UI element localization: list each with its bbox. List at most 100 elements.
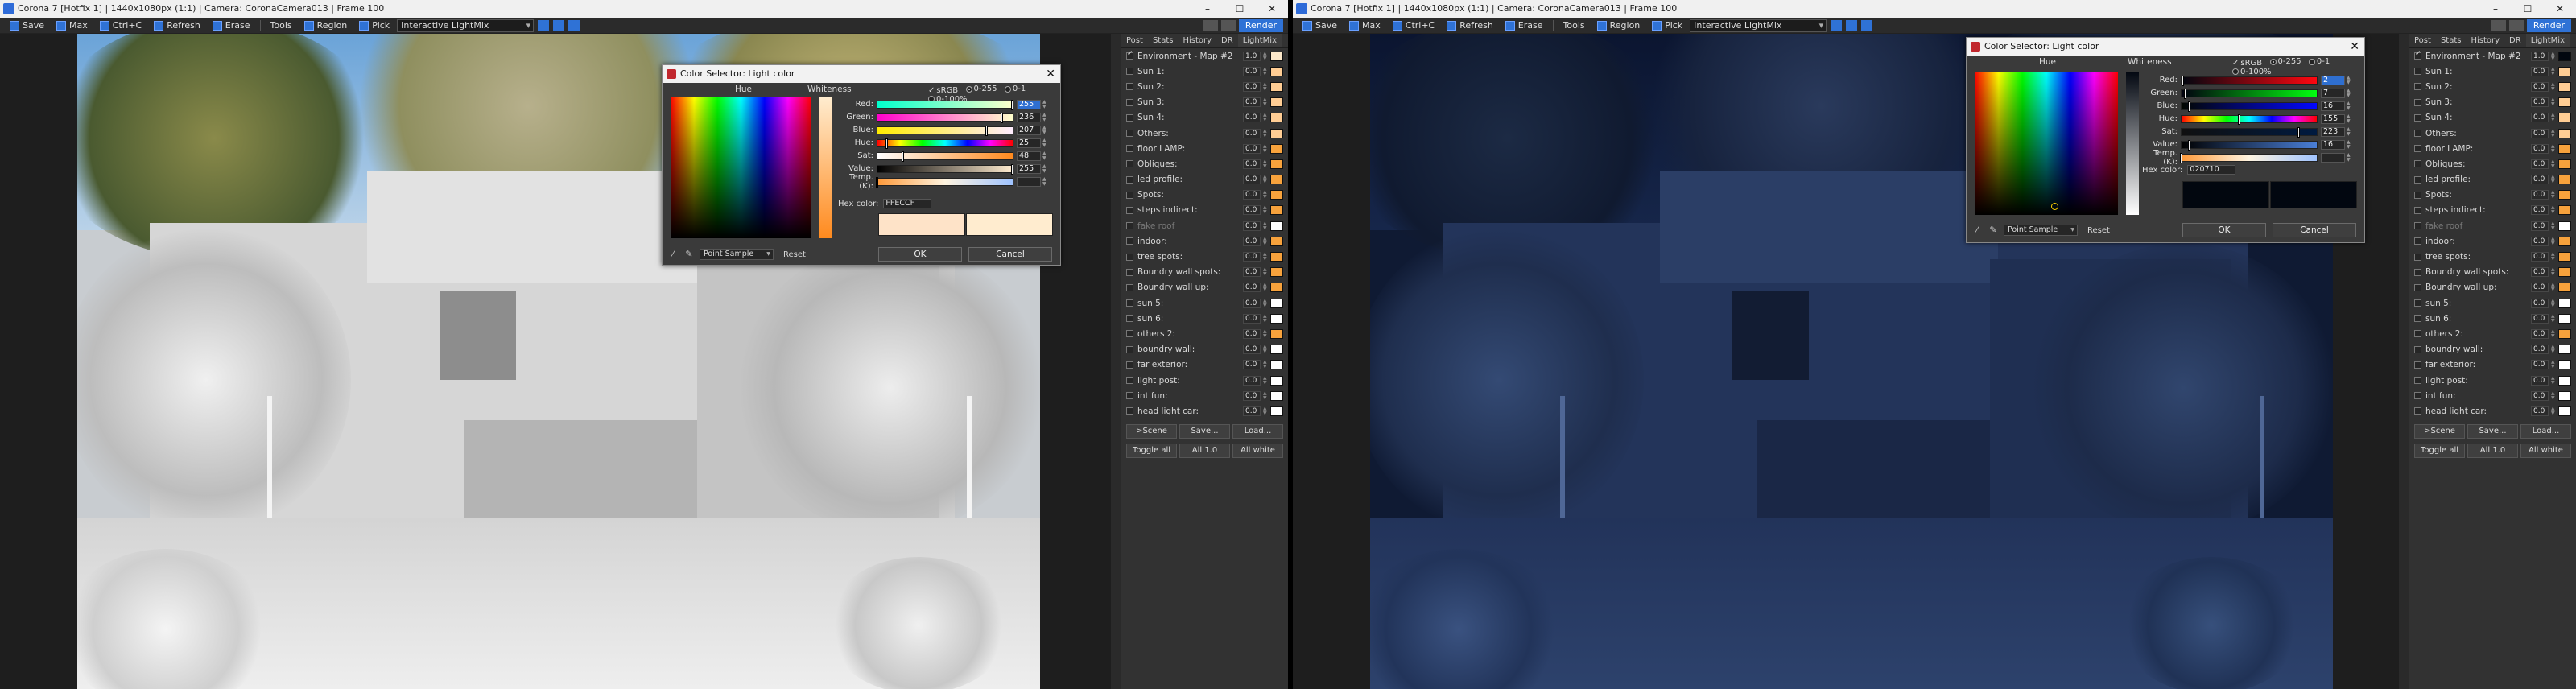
lightmix-intensity-input[interactable]: 0.0: [2531, 344, 2549, 355]
channel-slider[interactable]: [877, 138, 1013, 149]
slider-thumb[interactable]: [2184, 88, 2187, 99]
render-element-select[interactable]: Interactive LightMix: [397, 19, 535, 32]
lightmix-intensity-input[interactable]: 0.0: [1243, 298, 1261, 308]
channel-value-input[interactable]: 155: [2321, 113, 2345, 124]
spinner-icon[interactable]: ▲ ▼: [1263, 344, 1267, 354]
lightmix-intensity-input[interactable]: 0.0: [1243, 344, 1261, 355]
lightmix-intensity-input[interactable]: 0.0: [2531, 298, 2549, 308]
spinner-icon[interactable]: ▲ ▼: [2551, 205, 2555, 215]
spinner-icon[interactable]: ▲ ▼: [1263, 283, 1267, 292]
spinner-icon[interactable]: ▲ ▼: [1263, 128, 1267, 138]
viewport-scrollbar[interactable]: [1111, 34, 1121, 689]
lightmix-intensity-input[interactable]: 0.0: [1243, 66, 1261, 76]
lightmix-color-swatch[interactable]: [2558, 344, 2571, 355]
lightmix-enable-checkbox[interactable]: [2414, 330, 2421, 338]
lightmix-intensity-input[interactable]: 0.0: [1243, 190, 1261, 200]
copy-button[interactable]: Ctrl+C: [1388, 19, 1439, 32]
slider-thumb[interactable]: [985, 125, 989, 136]
lightmix-color-swatch[interactable]: [2558, 51, 2571, 61]
lightmix-color-swatch[interactable]: [2558, 113, 2571, 123]
spinner-icon[interactable]: ▲ ▼: [2551, 283, 2555, 292]
scene-button[interactable]: >Scene: [2414, 423, 2465, 439]
slider-thumb[interactable]: [2297, 126, 2301, 138]
lightmix-color-swatch[interactable]: [1270, 205, 1283, 216]
zoom-in-icon[interactable]: [1831, 19, 1843, 31]
close-icon[interactable]: ✕: [1046, 65, 1055, 83]
lightmix-enable-checkbox[interactable]: [2414, 392, 2421, 400]
lightmix-color-swatch[interactable]: [1270, 298, 1283, 308]
minimize-icon[interactable]: –: [1191, 0, 1224, 18]
channel-value-input[interactable]: 207: [1017, 125, 1041, 135]
color-picker-icon[interactable]: ✎: [683, 249, 695, 260]
slider-thumb[interactable]: [1011, 99, 1013, 110]
lightmix-intensity-input[interactable]: 0.0: [1243, 267, 1261, 278]
lightmix-intensity-input[interactable]: 0.0: [1243, 81, 1261, 92]
copy-button[interactable]: Ctrl+C: [95, 19, 147, 32]
whiteness-bar[interactable]: [2126, 72, 2139, 215]
lightmix-intensity-input[interactable]: 0.0: [2531, 66, 2549, 76]
lightmix-color-swatch[interactable]: [2558, 236, 2571, 246]
channel-value-input[interactable]: 255: [1017, 163, 1041, 174]
pause-icon[interactable]: [1220, 19, 1236, 31]
lightmix-color-swatch[interactable]: [1270, 81, 1283, 92]
tab-post[interactable]: Post: [1121, 34, 1148, 47]
pick-button[interactable]: Pick: [1647, 19, 1687, 32]
tab-stats[interactable]: Stats: [2436, 34, 2467, 47]
slider-thumb[interactable]: [901, 151, 904, 162]
lightmix-enable-checkbox[interactable]: [1126, 50, 1133, 60]
spinner-icon[interactable]: ▲ ▼: [2551, 175, 2555, 184]
lightmix-color-swatch[interactable]: [1270, 221, 1283, 231]
channel-slider[interactable]: [877, 163, 1013, 175]
spinner-icon[interactable]: ▲ ▼: [1263, 406, 1267, 416]
close-icon[interactable]: ✕: [2350, 38, 2359, 56]
channel-slider[interactable]: [877, 112, 1013, 123]
lightmix-intensity-input[interactable]: 0.0: [2531, 190, 2549, 200]
spinner-icon[interactable]: ▲ ▼: [2551, 328, 2555, 339]
lightmix-enable-checkbox[interactable]: [2414, 237, 2421, 245]
channel-slider[interactable]: [2181, 75, 2318, 86]
spinner-icon[interactable]: ▲ ▼: [2551, 298, 2555, 308]
lightmix-intensity-input[interactable]: 0.0: [1243, 328, 1261, 339]
lightmix-enable-checkbox[interactable]: [1126, 361, 1133, 369]
spinner-icon[interactable]: ▲ ▼: [2551, 313, 2555, 324]
sample-mode-select[interactable]: Point Sample: [2004, 225, 2078, 236]
lightmix-color-swatch[interactable]: [1270, 97, 1283, 108]
lightmix-enable-checkbox[interactable]: [1126, 160, 1133, 168]
eyedropper-icon[interactable]: ⁄: [1971, 225, 1983, 236]
cancel-button[interactable]: Cancel: [968, 247, 1052, 262]
spinner-icon[interactable]: ▲ ▼: [2551, 51, 2555, 61]
all-white-button[interactable]: All white: [2520, 443, 2571, 458]
lightmix-intensity-input[interactable]: 0.0: [2531, 221, 2549, 231]
maximize-icon[interactable]: ☐: [1224, 0, 1256, 18]
color-picker-icon[interactable]: ✎: [1988, 225, 1999, 236]
spinner-icon[interactable]: ▲ ▼: [2551, 81, 2555, 92]
lightmix-color-swatch[interactable]: [1270, 236, 1283, 246]
channel-value-input[interactable]: [2321, 152, 2345, 163]
channel-slider[interactable]: [2181, 139, 2318, 151]
viewport-scrollbar[interactable]: [2399, 34, 2409, 689]
spinner-icon[interactable]: ▲ ▼: [1042, 176, 1046, 187]
toggle-all-button[interactable]: Toggle all: [1126, 443, 1177, 458]
refresh-button[interactable]: Refresh: [149, 19, 205, 32]
slider-thumb[interactable]: [876, 176, 878, 188]
reset-button[interactable]: Reset: [783, 250, 806, 259]
tools-button[interactable]: Tools: [266, 19, 297, 32]
lightmix-color-swatch[interactable]: [1270, 267, 1283, 278]
tab-history[interactable]: History: [1178, 34, 1216, 47]
lightmix-color-swatch[interactable]: [2558, 159, 2571, 169]
ok-button[interactable]: OK: [878, 247, 962, 262]
maximize-icon[interactable]: ☐: [2512, 0, 2544, 18]
channel-value-input[interactable]: 7: [2321, 88, 2345, 98]
lightmix-enable-checkbox[interactable]: [1126, 191, 1133, 199]
lightmix-intensity-input[interactable]: 0.0: [1243, 236, 1261, 246]
channel-slider[interactable]: [877, 151, 1013, 162]
max-button[interactable]: Max: [1344, 19, 1385, 32]
spinner-icon[interactable]: ▲ ▼: [2551, 267, 2555, 277]
lightmix-color-swatch[interactable]: [2558, 66, 2571, 76]
lightmix-color-swatch[interactable]: [2558, 190, 2571, 200]
channel-value-input[interactable]: 16: [2321, 101, 2345, 111]
lightmix-enable-checkbox[interactable]: [1126, 98, 1133, 106]
lightmix-color-swatch[interactable]: [1270, 128, 1283, 138]
slider-thumb[interactable]: [1011, 163, 1013, 175]
lightmix-intensity-input[interactable]: 0.0: [1243, 175, 1261, 185]
